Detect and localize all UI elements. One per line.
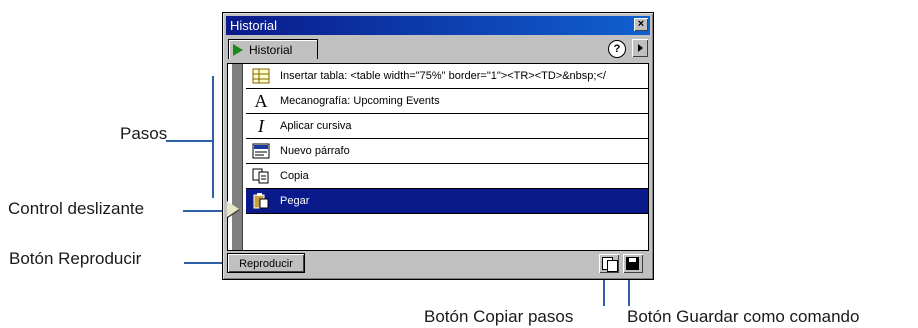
close-icon[interactable]: ×: [634, 18, 648, 31]
step-label: Nuevo párrafo: [280, 145, 350, 157]
tab-strip: Historial ?: [226, 37, 650, 61]
callout-copy-steps: Botón Copiar pasos: [424, 307, 574, 326]
bottom-toolbar: Reproducir: [227, 253, 649, 275]
copy-steps-button[interactable]: [599, 254, 619, 273]
list-item[interactable]: Copia: [246, 164, 648, 189]
typing-icon: A: [254, 91, 268, 111]
callout-steps-bracket: [212, 76, 214, 198]
history-panel-window: Historial × Historial ? Insertar tabla: …: [222, 12, 654, 280]
window-title: Historial: [230, 18, 277, 33]
step-label: Mecanografía: Upcoming Events: [280, 95, 440, 107]
panel-menu-arrow-icon[interactable]: [632, 39, 648, 57]
tab-label: Historial: [249, 43, 293, 57]
save-as-command-button[interactable]: [623, 254, 643, 273]
callout-save-command-line: [628, 276, 630, 306]
replay-button[interactable]: Reproducir: [227, 253, 305, 273]
step-label: Pegar: [280, 195, 310, 207]
paragraph-icon: [252, 143, 270, 159]
slider-track[interactable]: [232, 64, 243, 250]
list-item[interactable]: Insertar tabla: <table width="75%" borde…: [246, 64, 648, 89]
italic-icon: I: [258, 116, 264, 136]
window-titlebar[interactable]: Historial ×: [226, 16, 650, 35]
copy-icon: [252, 168, 270, 184]
list-item[interactable]: I Aplicar cursiva: [246, 114, 648, 139]
table-icon: [252, 68, 270, 84]
step-label: Copia: [280, 170, 309, 182]
list-item[interactable]: Nuevo párrafo: [246, 139, 648, 164]
step-label: Aplicar cursiva: [280, 120, 352, 132]
save-icon: [626, 257, 639, 270]
slider-handle-icon[interactable]: [227, 201, 239, 217]
callout-steps-line: [166, 140, 214, 142]
callout-save-command: Botón Guardar como comando: [627, 307, 860, 326]
step-label: Insertar tabla: <table width="75%" borde…: [280, 70, 606, 82]
list-item[interactable]: Pegar: [246, 189, 648, 214]
callout-copy-steps-line: [603, 276, 605, 306]
steps-list: Insertar tabla: <table width="75%" borde…: [227, 63, 649, 251]
help-icon[interactable]: ?: [608, 40, 626, 58]
callout-slider-line: [183, 210, 227, 212]
callout-replay-line: [184, 262, 226, 264]
list-item[interactable]: A Mecanografía: Upcoming Events: [246, 89, 648, 114]
paste-icon: [252, 193, 270, 209]
empty-row: [246, 214, 648, 239]
callout-steps: Pasos: [120, 124, 168, 143]
play-arrow-icon: [233, 44, 243, 56]
tab-historial[interactable]: Historial: [228, 39, 318, 59]
callout-slider: Control deslizante: [8, 199, 145, 218]
callout-replay: Botón Reproducir: [9, 249, 142, 268]
